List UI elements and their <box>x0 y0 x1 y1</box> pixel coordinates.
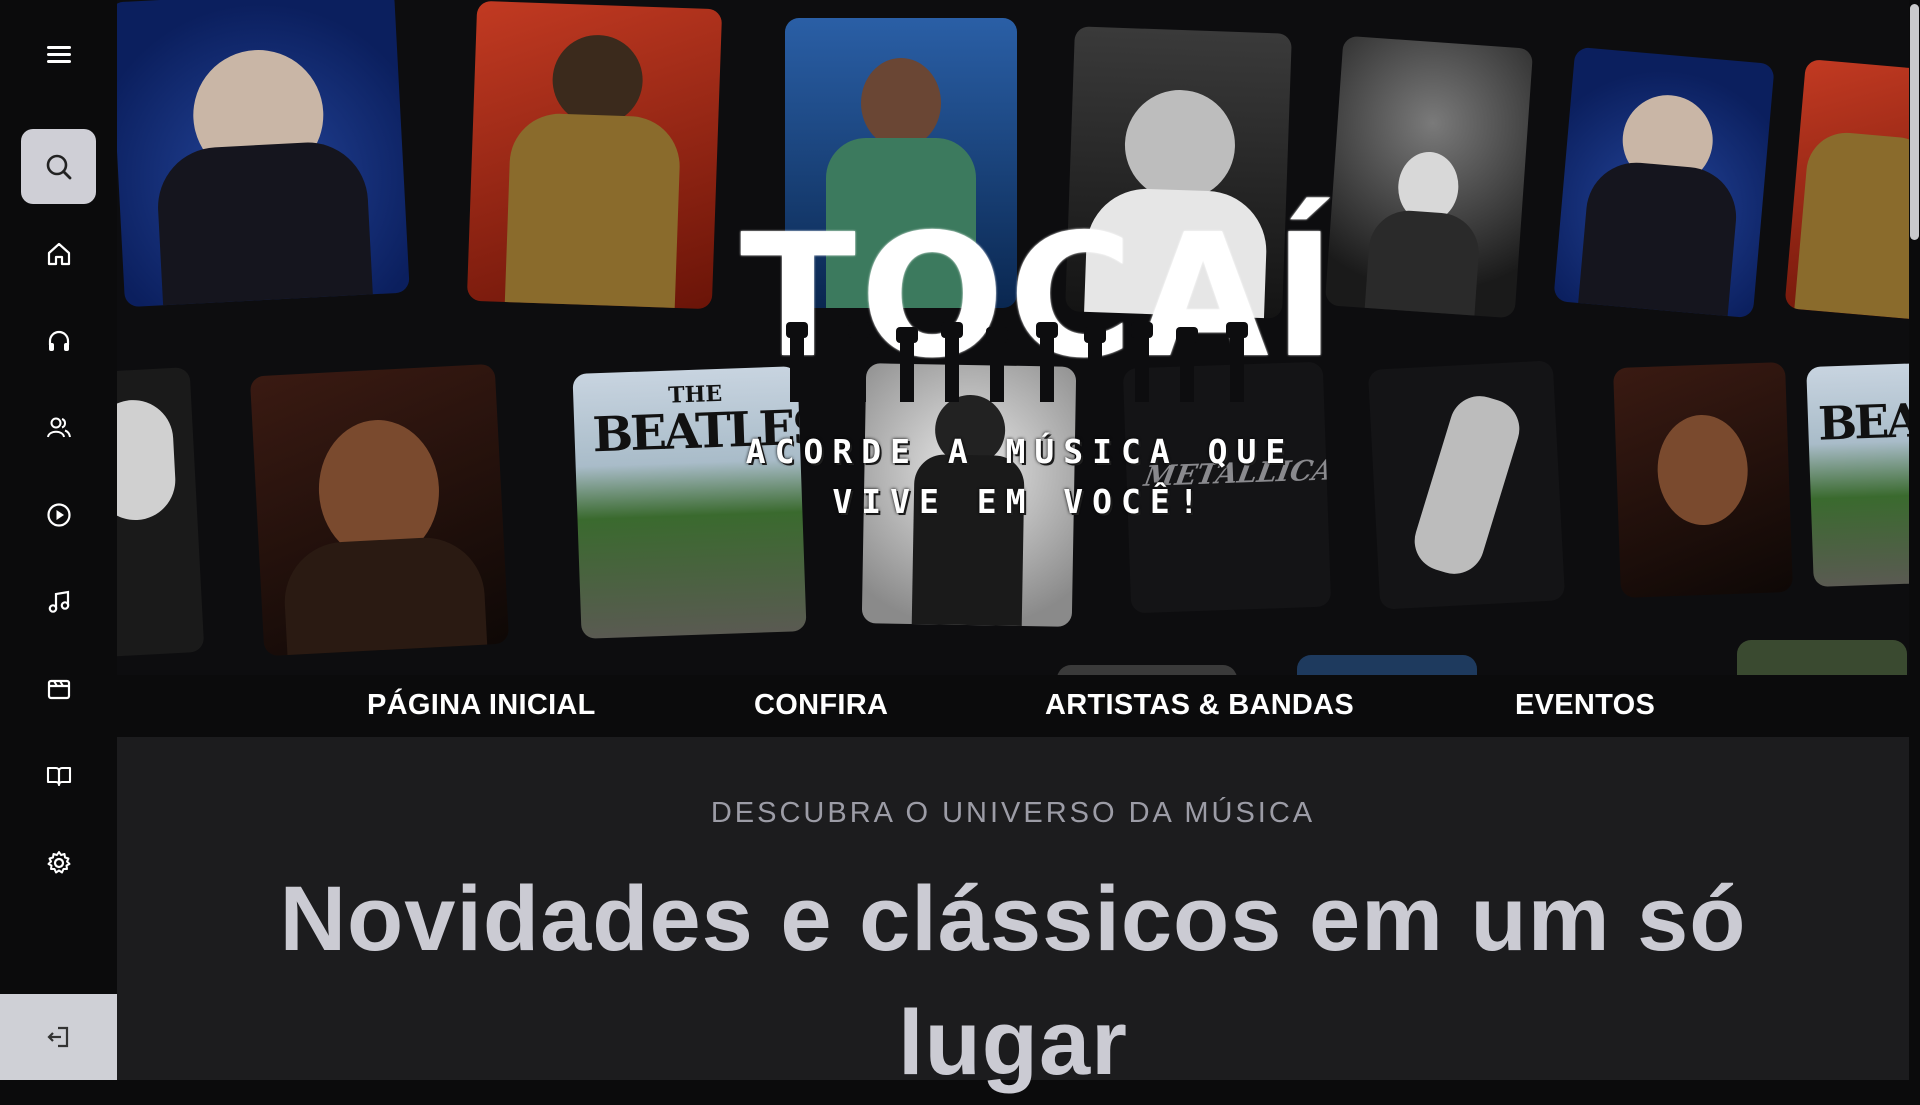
artist-photo-tile <box>1784 58 1909 322</box>
sidebar <box>0 0 117 1080</box>
sidebar-item-search[interactable] <box>21 129 96 204</box>
artist-photo-tile <box>1613 362 1793 598</box>
artist-photo-tile <box>1324 35 1534 319</box>
artist-photo-tile <box>1367 360 1566 610</box>
sidebar-item-play[interactable] <box>21 477 96 552</box>
sidebar-item-headphones[interactable] <box>21 303 96 378</box>
main-content: DESCUBRA O UNIVERSO DA MÚSICA Novidades … <box>117 737 1909 1094</box>
tagline-line-2: VIVE EM VOCÊ! <box>832 482 1208 521</box>
sidebar-item-video[interactable] <box>21 651 96 726</box>
hamburger-menu-button[interactable] <box>37 36 81 72</box>
artist-photo-tile <box>1057 665 1237 675</box>
artist-photo-tile <box>466 0 723 310</box>
nav-link-pagina-inicial[interactable]: PÁGINA INICIAL <box>367 689 596 722</box>
hero-tagline: ACORDE A MÚSICA QUE VIVE EM VOCÊ! <box>740 427 1300 527</box>
book-open-icon <box>46 766 71 786</box>
hamburger-menu-icon <box>47 46 71 63</box>
artist-photo-tile <box>249 363 510 657</box>
tagline-line-1: ACORDE A MÚSICA QUE <box>745 432 1295 471</box>
sidebar-item-library[interactable] <box>21 738 96 813</box>
sidebar-item-settings[interactable] <box>21 825 96 900</box>
artist-photo-tile <box>117 367 205 658</box>
logout-button[interactable] <box>0 994 117 1080</box>
nav-link-confira[interactable]: CONFIRA <box>754 689 888 722</box>
hero-banner: THE BEATLES METALLICA BEA TOCAÍ ACORDE A… <box>117 0 1909 675</box>
sidebar-item-home[interactable] <box>21 216 96 291</box>
main-nav: PÁGINA INICIAL CONFIRA ARTISTAS & BANDAS… <box>117 675 1909 737</box>
home-icon <box>47 242 70 265</box>
tocai-logo: TOCAÍ ACORDE A MÚSICA QUE VIVE EM VOCÊ! <box>740 172 1336 521</box>
gear-icon <box>47 850 70 873</box>
headphones-icon <box>48 330 69 351</box>
play-circle-icon <box>46 502 71 527</box>
nav-link-artistas-bandas[interactable]: ARTISTAS & BANDAS <box>1045 689 1354 722</box>
album-cover-beatles-partial: BEA <box>1806 362 1909 588</box>
search-icon <box>46 154 71 179</box>
clapperboard-icon <box>47 679 70 699</box>
artist-photo-tile <box>1297 655 1477 675</box>
artist-photo-tile <box>117 0 410 308</box>
sidebar-item-artists[interactable] <box>21 390 96 465</box>
users-icon <box>46 417 71 437</box>
sidebar-item-music[interactable] <box>21 564 96 639</box>
artist-photo-tile <box>1553 46 1775 319</box>
beatles-partial-text: BEA <box>1817 393 1909 451</box>
music-note-icon <box>48 590 69 613</box>
scrollbar-thumb[interactable] <box>1910 4 1919 240</box>
artist-photo-tile <box>1737 640 1907 675</box>
section-eyebrow: DESCUBRA O UNIVERSO DA MÚSICA <box>710 797 1316 829</box>
guitar-necks-decoration <box>786 322 1248 402</box>
section-headline: Novidades e clássicos em um só lugar <box>279 868 1747 1094</box>
nav-link-eventos[interactable]: EVENTOS <box>1515 689 1655 722</box>
logout-icon <box>46 1026 68 1048</box>
